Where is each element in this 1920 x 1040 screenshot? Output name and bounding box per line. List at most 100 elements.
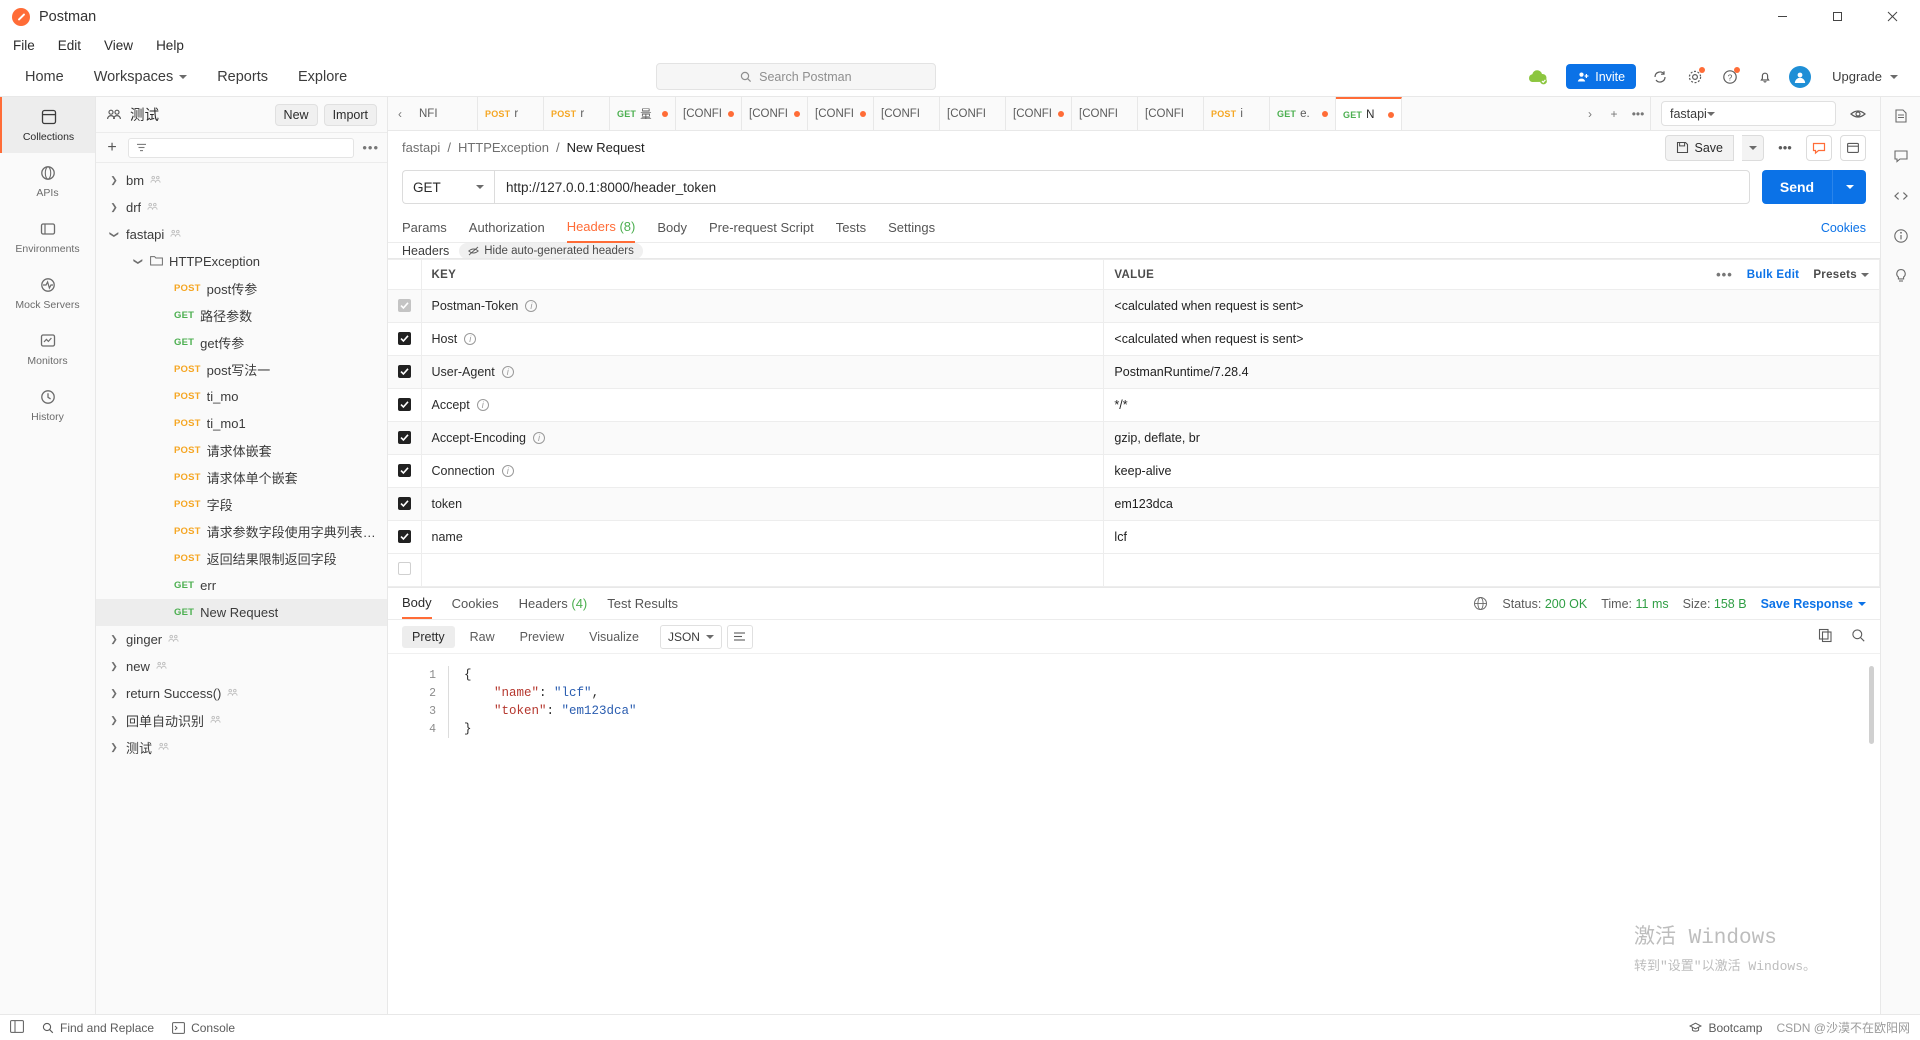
- code-snippet-icon[interactable]: [1840, 134, 1866, 161]
- header-key-cell[interactable]: User-Agent i: [421, 355, 1105, 389]
- sidebar-item-apis[interactable]: APIs: [0, 153, 95, 209]
- tree-item[interactable]: POST 请求体单个嵌套: [96, 464, 387, 491]
- request-tab[interactable]: [CONFI: [1138, 97, 1204, 130]
- chevron-right-icon[interactable]: ❯: [108, 661, 120, 672]
- view-tab-raw[interactable]: Raw: [460, 626, 505, 648]
- wrap-lines-icon[interactable]: [726, 624, 753, 649]
- header-value-cell[interactable]: PostmanRuntime/7.28.4: [1103, 355, 1880, 389]
- help-icon[interactable]: ?: [1719, 66, 1741, 88]
- menu-view[interactable]: View: [101, 37, 136, 54]
- new-row-value-cell[interactable]: [1103, 553, 1880, 587]
- gear-icon[interactable]: [1684, 66, 1706, 88]
- minimize-icon[interactable]: [1755, 0, 1810, 33]
- request-tab[interactable]: [CONFI: [808, 97, 874, 130]
- menu-file[interactable]: File: [10, 37, 38, 54]
- response-tab-body[interactable]: Body: [402, 588, 432, 619]
- header-value-cell[interactable]: <calculated when request is sent>: [1103, 289, 1880, 323]
- tree-item[interactable]: ❯ HTTPException: [96, 248, 387, 275]
- tree-item[interactable]: POST post传参: [96, 275, 387, 302]
- tab-scroll-right-icon[interactable]: ›: [1578, 97, 1602, 130]
- info-icon[interactable]: i: [476, 399, 489, 411]
- header-key-cell[interactable]: token: [421, 487, 1105, 521]
- cookies-link[interactable]: Cookies: [1821, 221, 1866, 235]
- sidebar-item-environments[interactable]: Environments: [0, 209, 95, 265]
- open-tabs[interactable]: NFI POST r POST r GET 量 [CONFI [CONFI [CONFI [CONF…: [412, 97, 1578, 130]
- header-key-cell[interactable]: Host i: [421, 322, 1105, 356]
- request-tab[interactable]: GET 量: [610, 97, 676, 130]
- chevron-down-icon[interactable]: ❯: [109, 229, 120, 241]
- table-more-icon[interactable]: •••: [1716, 267, 1733, 282]
- sidebar-item-history[interactable]: History: [0, 377, 95, 433]
- tree-item[interactable]: GET get传参: [96, 329, 387, 356]
- header-enable-checkbox[interactable]: [397, 530, 411, 543]
- table-row[interactable]: name lcf: [388, 520, 1880, 554]
- sidebar-item-collections[interactable]: Collections: [0, 97, 95, 153]
- sync-status-icon[interactable]: [1649, 66, 1671, 88]
- breadcrumb-part-folder[interactable]: HTTPException: [458, 140, 549, 155]
- response-tab-cookies[interactable]: Cookies: [452, 596, 499, 611]
- documentation-icon[interactable]: [1890, 105, 1912, 127]
- request-tab[interactable]: [CONFI: [676, 97, 742, 130]
- header-value-cell[interactable]: <calculated when request is sent>: [1103, 322, 1880, 356]
- breadcrumb-part-collection[interactable]: fastapi: [402, 140, 440, 155]
- tree-item[interactable]: ❯ drf: [96, 194, 387, 221]
- tree-item[interactable]: POST 请求参数字段使用字典列表集合...: [96, 518, 387, 545]
- request-tab-tests[interactable]: Tests: [836, 213, 866, 242]
- save-response-button[interactable]: Save Response: [1761, 597, 1866, 611]
- table-row[interactable]: Host i <calculated when request is sent>: [388, 322, 1880, 356]
- info-icon[interactable]: i: [501, 366, 514, 378]
- header-key-cell[interactable]: Connection i: [421, 454, 1105, 488]
- table-row[interactable]: Connection i keep-alive: [388, 454, 1880, 488]
- header-enable-checkbox[interactable]: [397, 332, 411, 345]
- tree-item[interactable]: POST 返回结果限制返回字段: [96, 545, 387, 572]
- tabs-more-icon[interactable]: •••: [1626, 97, 1650, 130]
- menu-edit[interactable]: Edit: [55, 37, 84, 54]
- headers-table-body[interactable]: Postman-Token i <calculated when request i…: [388, 289, 1880, 587]
- row-checkbox-cell[interactable]: [388, 487, 422, 521]
- nav-workspaces[interactable]: Workspaces: [83, 64, 199, 90]
- request-tab-headers[interactable]: Headers (8): [566, 212, 636, 243]
- request-tab[interactable]: [CONFI: [742, 97, 808, 130]
- chevron-right-icon[interactable]: ❯: [108, 688, 120, 699]
- tree-item[interactable]: GET err: [96, 572, 387, 599]
- tree-item[interactable]: GET 路径参数: [96, 302, 387, 329]
- request-tab-params[interactable]: Params: [402, 213, 447, 242]
- response-format-selector[interactable]: JSON: [659, 624, 722, 649]
- header-enable-checkbox[interactable]: [397, 299, 411, 312]
- tree-item[interactable]: ❯ ginger: [96, 626, 387, 653]
- header-value-cell[interactable]: */*: [1103, 388, 1880, 422]
- info-icon[interactable]: i: [525, 300, 538, 312]
- response-tab-test-results[interactable]: Test Results: [607, 596, 678, 611]
- sidebar-item-monitors[interactable]: Monitors: [0, 321, 95, 377]
- new-row-key-cell[interactable]: [421, 553, 1105, 587]
- header-value-cell[interactable]: lcf: [1103, 520, 1880, 554]
- row-checkbox-cell[interactable]: [388, 388, 422, 422]
- response-tab-headers[interactable]: Headers (4): [519, 596, 588, 611]
- request-tab[interactable]: POST r: [544, 97, 610, 130]
- request-tab[interactable]: [CONFI: [1006, 97, 1072, 130]
- request-tab-authorization[interactable]: Authorization: [469, 213, 545, 242]
- request-tab-pre-request-script[interactable]: Pre-request Script: [709, 213, 814, 242]
- header-value-cell[interactable]: em123dca: [1103, 487, 1880, 521]
- sidebar-item-mock-servers[interactable]: Mock Servers: [0, 265, 95, 321]
- request-more-icon[interactable]: •••: [1772, 135, 1798, 161]
- tree-item[interactable]: ❯ return Success(): [96, 680, 387, 707]
- response-body-viewer[interactable]: 1{2 "name": "lcf", 3 "token": "em123dca" 4…: [388, 654, 1880, 1014]
- invite-button[interactable]: Invite: [1566, 64, 1637, 89]
- request-tab[interactable]: GET N: [1336, 97, 1402, 130]
- eye-icon[interactable]: [1846, 108, 1870, 120]
- upgrade-button[interactable]: Upgrade: [1824, 65, 1906, 88]
- header-key-cell[interactable]: Postman-Token i: [421, 289, 1105, 323]
- header-key-cell[interactable]: name: [421, 520, 1105, 554]
- notifications-bell-icon[interactable]: [1754, 66, 1776, 88]
- request-tab[interactable]: POST r: [478, 97, 544, 130]
- info-circle-icon[interactable]: [1890, 225, 1912, 247]
- add-collection-icon[interactable]: +: [104, 139, 120, 157]
- sidebar-toggle-icon[interactable]: [10, 1019, 24, 1036]
- tree-item[interactable]: POST 请求体嵌套: [96, 437, 387, 464]
- view-tab-pretty[interactable]: Pretty: [402, 625, 455, 648]
- header-enable-checkbox[interactable]: [397, 464, 411, 477]
- chevron-right-icon[interactable]: ❯: [108, 202, 120, 213]
- table-row-new[interactable]: [388, 553, 1880, 587]
- search-input[interactable]: Search Postman: [655, 63, 936, 90]
